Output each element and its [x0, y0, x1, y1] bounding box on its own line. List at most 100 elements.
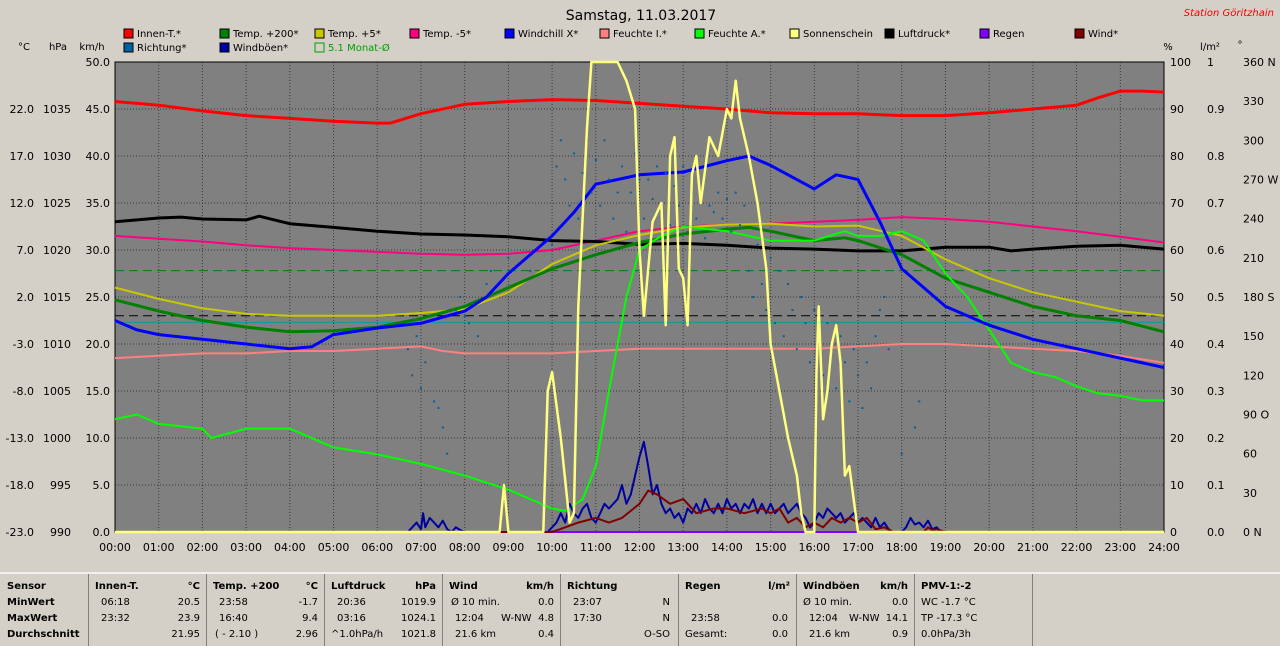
direction-dot — [848, 400, 851, 403]
direction-dot — [734, 191, 737, 194]
legend-label: Feuchte A.* — [708, 29, 766, 40]
direction-dot — [800, 296, 803, 298]
tick-label-direction: 210 — [1243, 252, 1264, 265]
direction-dot — [459, 296, 462, 298]
tick-label-time: 03:00 — [230, 541, 262, 554]
axis-unit-rain: l/m² — [1200, 42, 1220, 53]
stats-pmv: PMV-1:-2 WC -1.7 °C TP -17.3 °C 0.0hPa/3… — [914, 574, 1032, 646]
direction-dot — [446, 452, 449, 455]
stat-time: 23:58 — [691, 613, 720, 624]
legend-swatch — [219, 42, 230, 53]
legend-swatch — [314, 28, 325, 39]
direction-dot — [760, 282, 763, 285]
weather-chart: Samstag, 11.03.2017 Station Göritzhain I… — [0, 0, 1280, 572]
tick-label-temp: -8.0 — [13, 385, 34, 398]
stat-time: 12:04 — [809, 613, 838, 624]
tick-label-rain: 0.5 — [1207, 291, 1225, 304]
tick-label-rain: 0.6 — [1207, 244, 1225, 257]
stat-dewpoint: TP -17.3 °C — [921, 613, 978, 624]
stat-time: 12:04 — [455, 613, 484, 624]
tick-label-humidity: 20 — [1170, 432, 1184, 445]
tick-label-rain: 0.1 — [1207, 479, 1225, 492]
axis-unit-wind: km/h — [79, 42, 104, 53]
stat-value: 21.95 — [171, 629, 200, 640]
direction-dot — [603, 139, 606, 142]
row-label-avg: Durchschnitt — [7, 629, 80, 640]
tick-label-direction: 330 — [1243, 95, 1264, 108]
tick-label-temp: 12.0 — [10, 197, 35, 210]
tick-label-direction: 120 — [1243, 369, 1264, 382]
legend-swatch — [409, 28, 420, 39]
tick-label-wind: 40.0 — [86, 150, 111, 163]
tick-label-time: 05:00 — [318, 541, 350, 554]
legend-label: Regen — [993, 29, 1025, 40]
tick-label-temp: 7.0 — [17, 244, 35, 257]
stat-value: O-SO — [644, 629, 670, 640]
legend-entry: Richtung* — [123, 42, 187, 54]
direction-dot — [677, 204, 680, 207]
tick-label-pressure: 1005 — [43, 385, 71, 398]
stat-value: 9.4 — [302, 613, 318, 624]
stat-title: Richtung — [567, 581, 618, 592]
legend-swatch — [884, 28, 895, 39]
legend-label: 5.1 Monat-Ø — [328, 42, 390, 54]
direction-dot — [664, 171, 667, 174]
direction-dot — [577, 217, 580, 220]
row-label-min: MinWert — [7, 597, 55, 608]
legend-swatch — [123, 28, 134, 39]
stats-panel: Sensor MinWert MaxWert Durchschnitt Inne… — [0, 572, 1280, 646]
tick-label-pressure: 1000 — [43, 432, 71, 445]
stat-value: 1019.9 — [401, 597, 436, 608]
stat-value: 20.5 — [177, 597, 200, 608]
legend-entry: Temp. -5* — [409, 28, 471, 40]
tick-label-rain: 1 — [1207, 56, 1214, 69]
stats-wind: Wind km/h Ø 10 min. 0.0 12:04 W-NW 4.8 2… — [442, 574, 560, 646]
direction-dot — [441, 426, 444, 429]
tick-label-temp: -3.0 — [13, 338, 34, 351]
legend-swatch — [789, 28, 800, 39]
tick-label-temp: -13.0 — [6, 432, 34, 445]
station-label: Station Göritzhain — [1184, 8, 1274, 19]
direction-dot — [791, 309, 794, 312]
stat-unit: km/h — [880, 581, 908, 592]
tick-label-direction: 240 — [1243, 213, 1264, 226]
direction-dot — [795, 348, 798, 351]
direction-dot — [773, 322, 776, 325]
direction-dot — [787, 282, 790, 285]
direction-dot — [739, 224, 742, 227]
stat-time: 16:40 — [219, 613, 248, 624]
tick-label-time: 22:00 — [1061, 541, 1093, 554]
stats-innen: Innen-T. °C 06:18 20.5 23:32 23.9 21.95 — [88, 574, 206, 646]
direction-dot — [621, 165, 624, 168]
tick-label-time: 18:00 — [886, 541, 918, 554]
direction-dot — [424, 361, 427, 364]
stat-value: 1024.1 — [401, 613, 436, 624]
tick-label-time: 10:00 — [536, 541, 568, 554]
tick-label-time: 04:00 — [274, 541, 306, 554]
tick-label-time: 07:00 — [405, 541, 437, 554]
axis-unit-humidity: % — [1163, 42, 1173, 53]
stat-note: ^1.0hPa/h — [331, 629, 384, 640]
stat-time: 17:30 — [573, 613, 602, 624]
axis-unit-temp: °C — [18, 42, 30, 53]
direction-dot — [900, 452, 903, 455]
legend-swatch — [599, 28, 610, 39]
stat-time: Ø 10 min. — [451, 597, 500, 608]
stat-time: Ø 10 min. — [803, 597, 852, 608]
direction-dot — [476, 335, 479, 338]
tick-label-humidity: 50 — [1170, 291, 1184, 304]
tick-label-rain: 0.3 — [1207, 385, 1225, 398]
tick-label-time: 14:00 — [711, 541, 743, 554]
direction-dot — [870, 387, 873, 390]
legend-label: Feuchte I.* — [613, 29, 667, 40]
tick-label-time: 15:00 — [755, 541, 787, 554]
tick-label-pressure: 1030 — [43, 150, 71, 163]
stats-richtung: Richtung 23:07 N 17:30 N O-SO — [560, 574, 678, 646]
direction-dot — [415, 335, 418, 338]
tick-label-time: 06:00 — [361, 541, 393, 554]
tick-label-pressure: 1010 — [43, 338, 71, 351]
legend-entry: Wind* — [1074, 28, 1118, 40]
direction-dot — [612, 217, 615, 220]
stats-windboeen: Windböen km/h Ø 10 min. 0.0 12:04 W-NW 1… — [796, 574, 914, 646]
direction-dot — [433, 400, 436, 403]
